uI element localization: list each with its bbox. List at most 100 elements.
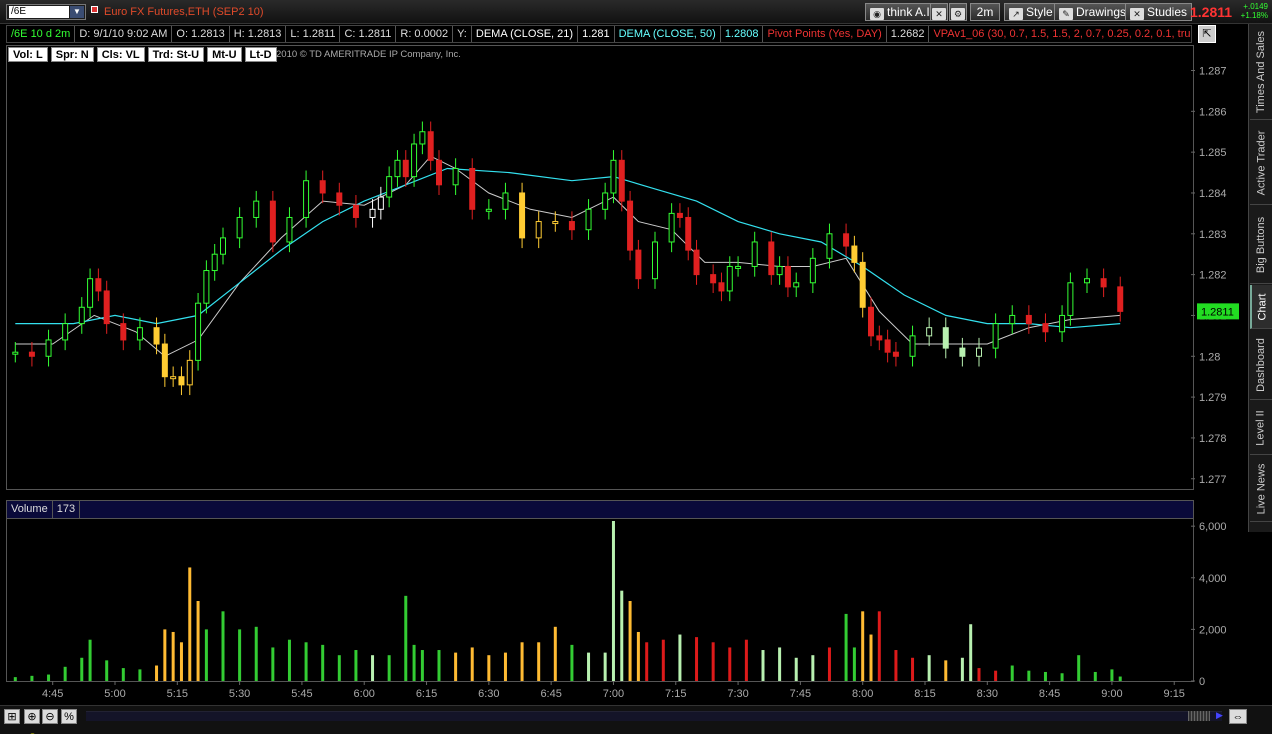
volume-bar — [1118, 676, 1122, 681]
symbol-input[interactable]: /6E — [9, 6, 69, 18]
volume-bar — [155, 665, 159, 681]
volume-bar — [570, 644, 574, 681]
tab-chart[interactable]: Chart — [1250, 285, 1272, 329]
tab-active-trader[interactable]: Active Trader — [1250, 121, 1272, 205]
symbol-selector[interactable]: /6E ▼ — [6, 4, 86, 20]
candle-body — [502, 192, 509, 210]
candle-body — [269, 200, 276, 243]
think-ai-label: think A.I. — [887, 5, 934, 19]
volume-bar — [661, 639, 665, 681]
volume-bar — [1093, 671, 1097, 681]
candle-body — [627, 200, 634, 251]
volume-chart[interactable]: 0 2,000 4,000 6,000 4:45 5:00 5:15 5:30 5:45 6:00… — [7, 501, 1249, 705]
candle-body — [718, 282, 725, 292]
x-tick-label: 9:00 — [1101, 688, 1122, 700]
volume-bar — [188, 567, 192, 681]
candle-body — [668, 212, 675, 243]
candle-body — [809, 257, 816, 284]
candle-body — [452, 167, 459, 186]
x-tick-label: 6:30 — [478, 688, 499, 700]
price-chart[interactable]: 1.2771.2781.2791.281.2811.2821.2831.2841… — [7, 46, 1249, 491]
x-tick-label: 8:15 — [914, 688, 935, 700]
volume-bar — [877, 611, 881, 681]
tools-button[interactable]: ✕ — [930, 3, 948, 21]
candle-body — [178, 376, 185, 386]
vpa-label[interactable]: VPAv1_06 (30, 0.7, 1.5, 1.5, 2, 0.7, 0.2… — [929, 26, 1191, 42]
style-button[interactable]: ↗ Style — [1004, 3, 1058, 21]
tab-dashboard[interactable]: Dashboard — [1250, 330, 1272, 400]
volume-bar — [221, 611, 225, 681]
drawings-button[interactable]: ✎ Drawings — [1054, 3, 1132, 21]
chevron-down-icon[interactable]: ▼ — [70, 6, 84, 18]
studies-button[interactable]: ✕ Studies — [1125, 3, 1193, 21]
candle-body — [992, 323, 999, 349]
candle-body — [618, 159, 625, 202]
candle-body — [685, 216, 692, 251]
volume-bar — [47, 674, 51, 681]
candle-body — [236, 216, 243, 239]
candle-body — [186, 359, 193, 386]
volume-bar — [994, 670, 998, 681]
percent-icon[interactable]: % — [61, 709, 77, 724]
volume-bar — [163, 629, 167, 681]
dema21-label[interactable]: DEMA (CLOSE, 21) — [472, 26, 579, 42]
volume-bar — [371, 655, 375, 681]
tag-vol: Vol: L — [8, 47, 48, 62]
volume-bar — [420, 650, 424, 681]
zoom-out-icon[interactable]: ⊖ — [42, 709, 58, 724]
tab-times-and-sales[interactable]: Times And Sales — [1250, 24, 1272, 120]
y-tick-label: 1.286 — [1199, 106, 1227, 118]
volume-bar — [977, 668, 981, 681]
volume-bar — [603, 652, 607, 681]
candle-body — [87, 278, 94, 308]
x-tick-label: 6:45 — [540, 688, 561, 700]
volume-bar — [287, 639, 291, 681]
candle-body — [1042, 323, 1049, 333]
candle-body — [95, 278, 102, 292]
candle-body — [851, 245, 858, 263]
flag-icon[interactable] — [91, 6, 98, 13]
grid-icon[interactable]: ⊞ — [4, 709, 20, 724]
copyright-text: 2010 © TD AMERITRADE IP Company, Inc. — [276, 49, 461, 60]
chevron-up-icon[interactable]: ︽ — [28, 726, 37, 734]
chart-expand-icon[interactable]: ⇱ — [1198, 25, 1216, 43]
horizontal-scrollbar[interactable] — [86, 711, 1222, 721]
candle-body — [751, 241, 758, 267]
x-tick-label: 8:45 — [1039, 688, 1060, 700]
candle-body — [710, 274, 717, 284]
info-low: L: 1.2811 — [286, 26, 341, 42]
candle-body — [12, 351, 19, 355]
dema50-label[interactable]: DEMA (CLOSE, 50) — [615, 26, 721, 42]
candle-body — [1117, 286, 1124, 312]
volume-bar — [354, 650, 358, 681]
volume-bar — [63, 666, 67, 681]
info-symbol-period: /6E 10 d 2m — [7, 26, 76, 42]
pivot-label[interactable]: Pivot Points (Yes, DAY) — [763, 26, 887, 42]
tag-spr: Spr: N — [50, 47, 94, 62]
candle-body — [1059, 314, 1066, 333]
tab-big-buttons[interactable]: Big Buttons — [1250, 206, 1272, 284]
candle-body — [319, 180, 326, 194]
side-tabs: Times And Sales Active Trader Big Button… — [1248, 24, 1272, 532]
scroll-grip[interactable] — [1188, 711, 1210, 721]
volume-bar — [271, 647, 275, 681]
candle-body — [336, 192, 343, 206]
tab-label: Dashboard — [1255, 337, 1268, 392]
price-panel[interactable]: 1.2771.2781.2791.281.2811.2821.2831.2841… — [6, 45, 1239, 490]
think-ai-button[interactable]: ◉ think A.I. — [865, 3, 939, 21]
vol-y-tick-label: 6,000 — [1199, 521, 1227, 533]
timeframe-button[interactable]: 2m — [970, 3, 1000, 21]
volume-bar — [80, 657, 84, 681]
zoom-in-icon[interactable]: ⊕ — [24, 709, 40, 724]
tab-label: Times And Sales — [1255, 30, 1268, 113]
volume-panel[interactable]: 0 2,000 4,000 6,000 4:45 5:00 5:15 5:30 5:45 6:00… — [6, 500, 1227, 700]
scroll-right-icon[interactable]: ▶ — [1216, 710, 1223, 721]
tab-level-ii[interactable]: Level II — [1250, 401, 1272, 455]
volume-bar — [487, 655, 491, 681]
settings-button[interactable]: ⚙ — [949, 3, 967, 21]
volume-bar — [869, 634, 873, 681]
candle-body — [610, 159, 617, 194]
expand-icon[interactable]: ⇔ — [1229, 709, 1247, 724]
candle-body — [369, 208, 376, 218]
tab-live-news[interactable]: Live News — [1250, 456, 1272, 522]
